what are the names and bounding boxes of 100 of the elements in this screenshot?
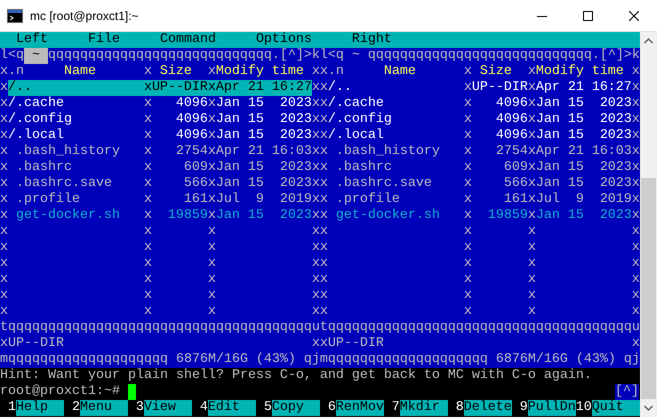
- file-name[interactable]: .profile: [336, 192, 400, 207]
- border-chars: x: [464, 176, 472, 192]
- column-header[interactable]: Modify time: [216, 64, 304, 79]
- file-name[interactable]: .bash_history: [336, 144, 440, 159]
- border-chars: x: [464, 96, 472, 112]
- file-size: 2754: [496, 144, 528, 159]
- column-header[interactable]: Size: [480, 64, 512, 79]
- file-name[interactable]: .bash_history: [16, 144, 120, 159]
- border-chars: x: [208, 144, 216, 160]
- border-chars: x: [144, 144, 152, 160]
- border-chars: x: [0, 336, 8, 352]
- border-chars: x: [144, 64, 152, 80]
- border-chars: x: [312, 64, 320, 80]
- border-chars: x: [144, 272, 152, 288]
- scrollbar[interactable]: [640, 32, 657, 417]
- column-header[interactable]: Name: [64, 64, 96, 80]
- border-chars: x: [632, 64, 640, 80]
- window-title: mc [root@proxct1]:~: [30, 8, 140, 22]
- file-name[interactable]: get-docker.sh: [336, 208, 440, 223]
- border-chars: x: [312, 336, 320, 352]
- column-header[interactable]: Size: [160, 64, 192, 79]
- border-chars: x: [312, 96, 320, 112]
- file-name[interactable]: /.local: [8, 128, 64, 143]
- border-chars: mqqqqqqqqqqqqqqqqqqqq: [320, 352, 488, 368]
- history-button[interactable]: [^]: [615, 384, 639, 400]
- border-chars: l<q: [320, 48, 344, 64]
- border-chars: x: [320, 160, 328, 176]
- border-chars: x: [464, 288, 472, 304]
- file-name[interactable]: /..: [8, 80, 32, 95]
- hint-text: Hint: Want your plain shell? Press C-o, and get back to MC with C-o again.: [0, 368, 592, 384]
- border-chars: x: [144, 304, 152, 320]
- border-chars: x: [312, 192, 320, 208]
- border-chars: x: [320, 256, 328, 272]
- border-chars: qj: [304, 352, 320, 368]
- file-name[interactable]: /.cache: [328, 96, 384, 111]
- border-chars: x: [144, 256, 152, 272]
- file-date: Apr 21 16:03: [536, 144, 632, 159]
- border-chars: x: [144, 240, 152, 256]
- file-date: Apr 21 16:03: [216, 144, 312, 159]
- border-chars: x: [464, 240, 472, 256]
- menu-item[interactable]: Command: [160, 32, 216, 48]
- border-chars: x: [312, 304, 320, 320]
- scroll-up-icon[interactable]: [644, 38, 653, 44]
- border-chars: x: [208, 64, 216, 80]
- border-chars: x: [144, 128, 152, 144]
- menu-item[interactable]: File: [88, 32, 120, 48]
- border-chars: x: [312, 288, 320, 304]
- file-name[interactable]: .bashrc.save: [336, 176, 432, 191]
- column-header[interactable]: Name: [384, 64, 416, 80]
- file-date: Jan 15 2023: [536, 160, 632, 175]
- border-chars: x: [0, 64, 8, 80]
- maximize-icon: [583, 10, 593, 20]
- file-date: Apr 21 16:27: [216, 80, 312, 95]
- border-chars: x: [0, 144, 8, 160]
- file-size: 4096: [176, 128, 208, 143]
- border-chars: x: [0, 176, 8, 192]
- border-chars: x: [528, 160, 536, 176]
- border-chars: x: [312, 80, 320, 96]
- file-name[interactable]: /..: [328, 80, 352, 95]
- file-name[interactable]: .bashrc.save: [16, 176, 112, 191]
- menu-item[interactable]: Left: [16, 32, 48, 48]
- file-name[interactable]: get-docker.sh: [16, 208, 120, 223]
- border-chars: x: [528, 64, 536, 80]
- border-chars: x: [632, 208, 640, 224]
- file-name[interactable]: /.config: [8, 112, 72, 127]
- border-chars: x: [0, 112, 8, 128]
- border-chars: qqqqqqqqqqqqqqqqqqqqqqqqqqqq.[^]>k: [48, 48, 320, 64]
- file-name[interactable]: /.cache: [8, 96, 64, 111]
- file-size: 609: [184, 160, 208, 175]
- file-size: 4096: [496, 112, 528, 127]
- border-chars: tqqqqqqqqqqqqqqqqqqqqqqqqqqqqqqqqqqqqqqu: [0, 320, 320, 336]
- file-name[interactable]: .bashrc: [16, 160, 72, 175]
- border-chars: x: [312, 256, 320, 272]
- menu-item[interactable]: Right: [352, 32, 392, 48]
- border-chars: x: [0, 80, 8, 96]
- file-name[interactable]: /.local: [328, 128, 384, 143]
- scrollbar-thumb[interactable]: [641, 178, 656, 399]
- file-size: 2754: [176, 144, 208, 159]
- border-chars: x: [0, 128, 8, 144]
- file-size: 19859: [488, 208, 528, 223]
- file-size: 566: [504, 176, 528, 191]
- disk-usage: 6876M/16G (43%): [174, 352, 297, 368]
- column-header[interactable]: Modify time: [536, 64, 624, 79]
- border-chars: x: [144, 208, 152, 224]
- file-date: Jan 15 2023: [216, 128, 312, 143]
- border-chars: x: [320, 112, 328, 128]
- file-name[interactable]: .bashrc: [336, 160, 392, 175]
- scroll-down-icon[interactable]: [644, 405, 653, 411]
- menu-item[interactable]: Options: [256, 32, 312, 48]
- function-key-button[interactable]: 10Quit: [576, 400, 640, 416]
- border-chars: qj: [624, 352, 640, 368]
- border-chars: x: [208, 80, 216, 96]
- border-chars: x: [144, 288, 152, 304]
- border-chars: x: [320, 80, 328, 96]
- border-chars: x: [208, 96, 216, 112]
- file-name[interactable]: /.config: [328, 112, 392, 127]
- border-chars: x: [208, 304, 216, 320]
- border-chars: x: [144, 224, 152, 240]
- file-name[interactable]: .profile: [16, 192, 80, 207]
- border-chars: x: [320, 288, 328, 304]
